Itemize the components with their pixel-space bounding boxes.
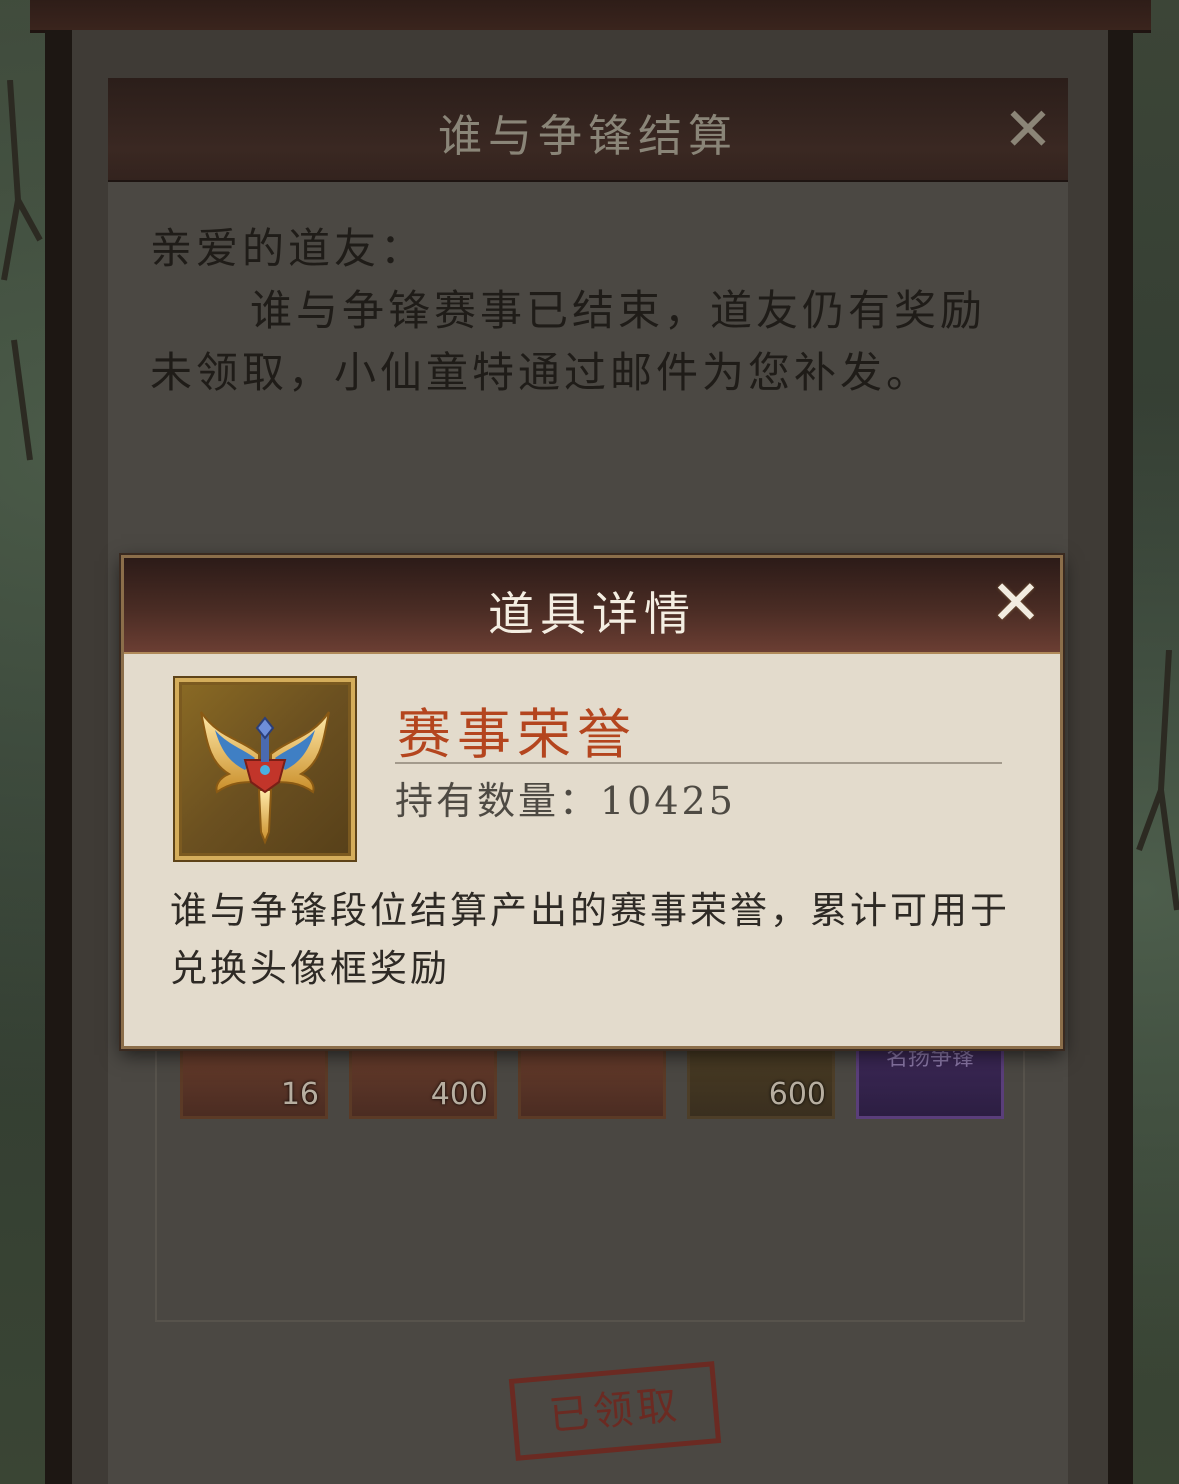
reward-slot[interactable]: 16 [180,1040,328,1119]
rewards-box: 16 400 600 名扬争锋 [155,1038,1025,1322]
dialog-title: 道具详情 [488,587,696,641]
reward-count: 600 [768,1077,826,1112]
mail-greeting: 亲爱的道友： [150,224,427,273]
mail-body: 亲爱的道友： 谁与争锋赛事已结束，道友仍有奖励未领取，小仙童特通过邮件为您补发。 [150,218,1030,404]
top-bar [30,0,1151,33]
item-description: 谁与争锋段位结算产出的赛事荣誉，累计可用于兑换头像框奖励 [170,889,1010,990]
reward-slot[interactable] [518,1040,666,1119]
reward-count: 400 [430,1077,488,1112]
reward-slot[interactable]: 400 [349,1040,497,1119]
item-name: 赛事荣誉 [397,703,637,766]
mail-close-button[interactable]: ✕ [1000,100,1056,160]
mail-paragraph: 谁与争锋赛事已结束，道友仍有奖励未领取，小仙童特通过邮件为您补发。 [150,286,987,397]
dialog-close-button[interactable]: ✕ [988,572,1044,634]
mail-header: 谁与争锋结算 ✕ [108,78,1068,182]
claimed-stamp: 已领取 [508,1361,722,1461]
reward-count: 16 [280,1077,319,1112]
dialog-header: 道具详情 ✕ [124,558,1060,654]
reward-slot[interactable]: 600 [687,1040,835,1119]
item-icon-frame [175,678,355,860]
item-divider [395,762,1002,764]
reward-slot[interactable]: 名扬争锋 [856,1040,1004,1119]
mail-title: 谁与争锋结算 [438,111,738,162]
winged-sword-emblem-icon [200,711,330,845]
item-detail-dialog: 道具详情 ✕ 赛事荣誉 持有数量：10425 谁与争锋段位结算产出的赛事荣誉，累… [121,555,1063,1049]
item-quantity: 持有数量：10425 [395,779,736,823]
